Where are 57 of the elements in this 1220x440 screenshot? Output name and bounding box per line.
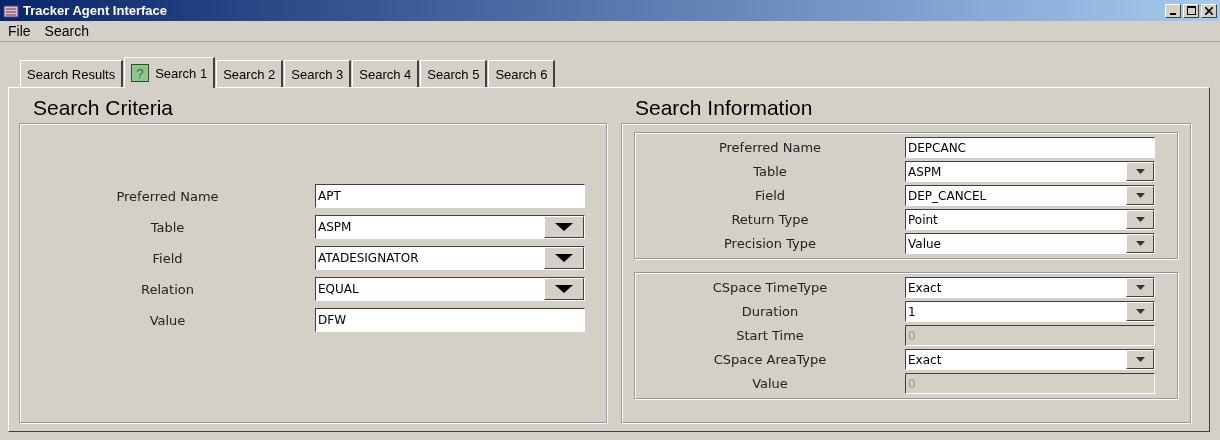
tab[interactable]: Search 3 xyxy=(284,60,352,87)
dropdown[interactable]: EQUAL xyxy=(315,277,585,301)
caret-icon xyxy=(1135,309,1145,314)
field-label: Field xyxy=(754,188,786,203)
dropdown[interactable]: 1 xyxy=(905,301,1155,322)
field-label: CSpace AreaType xyxy=(712,352,828,367)
tab[interactable]: Search 2 xyxy=(216,60,284,87)
field-label: Start Time xyxy=(735,328,805,343)
field-label: Value xyxy=(148,312,187,328)
field-label: Return Type xyxy=(730,212,810,227)
caret-icon xyxy=(1135,169,1145,174)
caret-icon xyxy=(1135,193,1145,198)
dropdown[interactable]: ASPM xyxy=(905,161,1155,182)
dropdown[interactable]: Value xyxy=(905,233,1155,254)
maximize-icon xyxy=(1186,6,1196,15)
input-field[interactable]: APT xyxy=(315,184,585,208)
field-label: CSpace TimeType xyxy=(711,280,829,295)
field-label: Duration xyxy=(740,304,800,319)
tab[interactable]: Search 4 xyxy=(352,60,420,87)
field-label: Field xyxy=(151,250,184,266)
minimize-icon xyxy=(1170,12,1176,15)
tab[interactable]: Search 6 xyxy=(488,60,556,87)
dropdown[interactable]: ATADESIGNATOR xyxy=(315,246,585,270)
menu-item[interactable]: Search xyxy=(44,23,89,39)
caret-icon xyxy=(555,254,573,262)
app-icon xyxy=(3,2,19,19)
window-title: Tracker Agent Interface xyxy=(23,3,169,18)
close-icon xyxy=(1205,6,1213,15)
tab[interactable]: Search 5 xyxy=(420,60,488,87)
dropdown[interactable]: Point xyxy=(905,209,1155,230)
close-button[interactable] xyxy=(1201,3,1217,18)
dropdown[interactable]: Exact xyxy=(905,277,1155,298)
dropdown[interactable]: ASPM xyxy=(315,215,585,239)
field-label: Precision Type xyxy=(723,236,817,251)
caret-icon xyxy=(1135,285,1145,290)
minimize-button[interactable] xyxy=(1165,3,1181,18)
tab[interactable]: ? Search 1 xyxy=(124,57,216,88)
field-label: Preferred Name xyxy=(717,140,823,155)
caret-icon xyxy=(1135,217,1145,222)
field-label: Value xyxy=(751,376,789,391)
dropdown[interactable]: Exact xyxy=(905,349,1155,370)
caret-icon xyxy=(555,223,573,231)
menu-item[interactable]: File xyxy=(8,23,31,39)
caret-icon xyxy=(555,285,573,293)
section-title: Search Information xyxy=(634,95,814,121)
caret-icon xyxy=(1135,357,1145,362)
help-icon: ? xyxy=(131,64,150,82)
field-label: Relation xyxy=(140,281,195,297)
field-label: Table xyxy=(149,219,186,235)
field-label: Preferred Name xyxy=(115,188,220,204)
dropdown[interactable]: DEP_CANCEL xyxy=(905,185,1155,206)
maximize-button[interactable] xyxy=(1183,3,1199,18)
input-field[interactable]: DFW xyxy=(315,308,585,332)
section-title: Search Criteria xyxy=(32,95,175,121)
input-field[interactable]: DEPCANC xyxy=(905,137,1155,158)
caret-icon xyxy=(1135,241,1145,246)
field-label: Table xyxy=(752,164,788,179)
